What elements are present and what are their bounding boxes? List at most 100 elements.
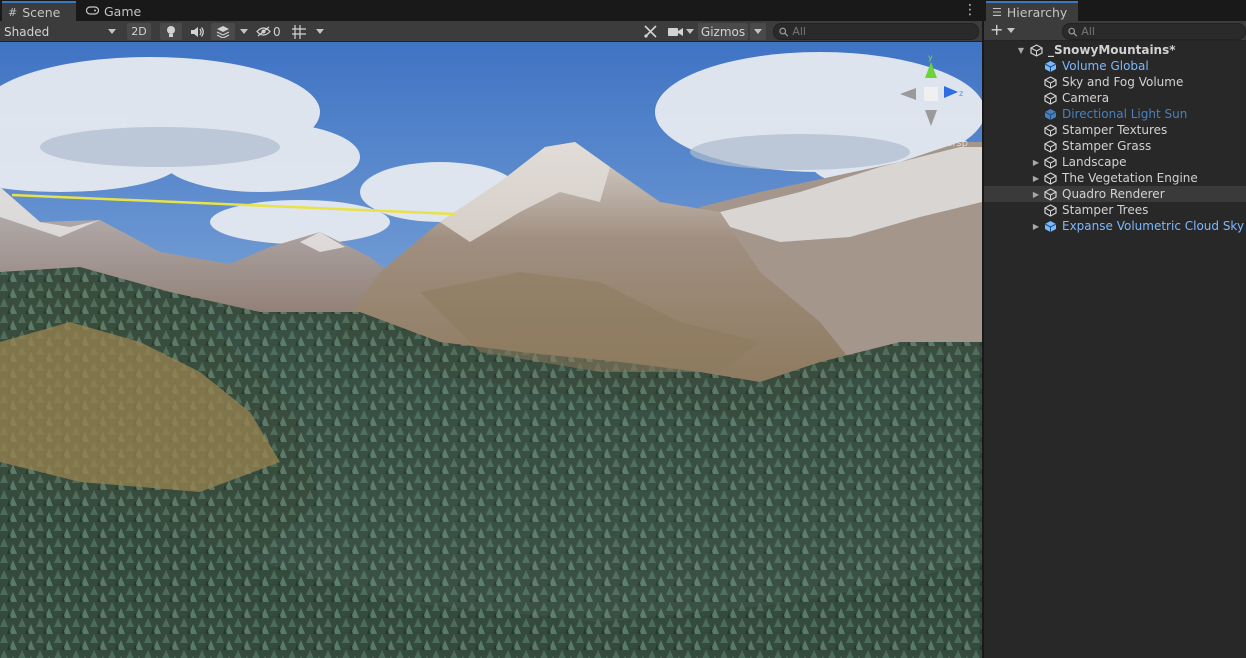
hierarchy-item[interactable]: ▶ Landscape — [984, 154, 1246, 170]
hierarchy-item-label: Sky and Fog Volume — [1062, 75, 1184, 89]
list-icon: ☰ — [992, 5, 1002, 19]
hierarchy-search-input[interactable] — [1081, 25, 1245, 38]
hierarchy-item[interactable]: Stamper Grass — [984, 138, 1246, 154]
scene-viewport[interactable]: y z ≺ Persp — [0, 42, 982, 658]
create-button[interactable]: + — [990, 20, 1016, 39]
hierarchy-item[interactable]: ▶ Expanse Volumetric Cloud Sky — [984, 218, 1246, 234]
toggle-2d-button[interactable]: 2D — [127, 23, 151, 40]
hierarchy-item-label: Stamper Textures — [1062, 123, 1168, 137]
axis-z-label: z — [959, 89, 963, 98]
gizmos-label: Gizmos — [700, 24, 746, 39]
tab-scene-label: Scene — [22, 4, 61, 20]
effects-dropdown[interactable] — [237, 23, 251, 40]
hierarchy-item[interactable]: Directional Light Sun — [984, 106, 1246, 122]
grid-dropdown[interactable] — [313, 23, 327, 40]
lighting-toggle-button[interactable] — [160, 23, 182, 40]
chevron-down-icon — [686, 29, 694, 34]
expand-arrow-icon[interactable]: ▶ — [1031, 190, 1041, 199]
hierarchy-toolbar: + — [984, 21, 1246, 41]
hierarchy-search-field[interactable] — [1062, 23, 1246, 40]
projection-label[interactable]: ≺ Persp — [929, 138, 968, 149]
hierarchy-item-label: Camera — [1062, 91, 1110, 105]
prefab-cube-icon — [1044, 60, 1057, 72]
expand-arrow-icon[interactable]: ▶ — [1031, 158, 1041, 167]
tab-game-label: Game — [104, 4, 142, 19]
lightbulb-icon — [167, 26, 175, 37]
shading-mode-dropdown[interactable]: Shaded — [4, 23, 120, 40]
tab-game[interactable]: Game — [80, 2, 142, 21]
hierarchy-item-label: Stamper Grass — [1062, 139, 1152, 153]
gameobject-cube-icon — [1044, 187, 1057, 201]
plus-icon: + — [990, 20, 1004, 39]
chevron-down-icon — [240, 29, 248, 34]
hierarchy-item-label: Directional Light Sun — [1062, 107, 1188, 121]
scene-panel: # Scene Game ⋮ Shaded 2D 0 Gizmos All y … — [0, 0, 982, 658]
hierarchy-item-label: Landscape — [1062, 155, 1127, 169]
gizmos-button[interactable]: Gizmos — [698, 23, 748, 40]
shading-mode-label: Shaded — [4, 24, 50, 39]
search-icon — [779, 27, 789, 37]
hierarchy-item[interactable]: Volume Global — [984, 58, 1246, 74]
scene-search-input[interactable] — [792, 25, 978, 38]
hierarchy-item[interactable]: Sky and Fog Volume — [984, 74, 1246, 90]
gameobject-cube-icon — [1044, 91, 1057, 105]
chevron-down-icon — [316, 29, 324, 34]
tab-hierarchy-label: Hierarchy — [1006, 4, 1068, 20]
gamepad-icon — [85, 5, 100, 18]
layers-icon — [216, 26, 230, 38]
hierarchy-item[interactable]: ▶ Quadro Renderer — [984, 186, 1246, 202]
prefab-cube-icon — [1044, 220, 1057, 232]
scene-tabbar: # Scene Game ⋮ — [0, 0, 982, 21]
unity-scene-icon — [1030, 43, 1043, 57]
gameobject-cube-icon — [1044, 139, 1057, 153]
grid-snap-button[interactable] — [289, 23, 309, 40]
gameobject-cube-icon — [1044, 203, 1057, 217]
chevron-down-icon — [108, 29, 116, 34]
grid-icon: # — [8, 5, 18, 19]
expand-arrow-icon[interactable]: ▶ — [1031, 174, 1041, 183]
audio-toggle-button[interactable] — [186, 23, 208, 40]
expand-arrow-icon[interactable]: ▶ — [1031, 222, 1041, 231]
tools-icon — [643, 25, 657, 38]
camera-icon — [667, 27, 683, 36]
grid-snap-icon — [292, 24, 306, 39]
hierarchy-item-label: Quadro Renderer — [1062, 187, 1165, 201]
prefab-cube-icon — [1044, 108, 1057, 120]
gameobject-cube-icon — [1044, 123, 1057, 137]
hidden-count: 0 — [273, 24, 281, 39]
hierarchy-item-label: Expanse Volumetric Cloud Sky — [1062, 219, 1245, 233]
hierarchy-item[interactable]: ▶ The Vegetation Engine — [984, 170, 1246, 186]
tab-scene[interactable]: # Scene — [2, 1, 76, 21]
hierarchy-item[interactable]: Camera — [984, 90, 1246, 106]
hierarchy-item-label: The Vegetation Engine — [1062, 171, 1198, 185]
gizmos-dropdown[interactable] — [750, 23, 766, 40]
tab-hierarchy[interactable]: ☰ Hierarchy — [986, 1, 1078, 21]
chevron-down-icon — [754, 29, 762, 34]
hierarchy-item[interactable]: Stamper Textures — [984, 122, 1246, 138]
scene-toolbar: Shaded 2D 0 Gizmos All — [0, 21, 982, 42]
hierarchy-item-label: Volume Global — [1062, 59, 1149, 73]
expand-arrow-icon[interactable]: ▼ — [1016, 46, 1026, 55]
speaker-icon — [191, 26, 204, 37]
gameobject-cube-icon — [1044, 155, 1057, 169]
effects-toggle-button[interactable] — [211, 23, 235, 40]
scene-search-field[interactable] — [773, 23, 979, 40]
hierarchy-tabbar: ☰ Hierarchy — [984, 0, 1246, 21]
hierarchy-item[interactable]: Stamper Trees — [984, 202, 1246, 218]
hierarchy-tree: ▼ _SnowyMountains* Volume Global Sky and … — [984, 42, 1246, 234]
axis-y-label: y — [928, 53, 933, 62]
hierarchy-panel: ☰ Hierarchy + ▼ _SnowyMountains* Volume … — [984, 0, 1246, 658]
axis-gizmo-icon: y z — [900, 53, 963, 126]
tools-button[interactable] — [640, 23, 660, 40]
camera-settings-button[interactable] — [667, 23, 683, 40]
scene-visibility-button[interactable]: 0 — [256, 23, 286, 40]
search-icon — [1068, 27, 1078, 37]
hierarchy-item-label: Stamper Trees — [1062, 203, 1149, 217]
camera-dropdown[interactable] — [684, 23, 696, 40]
scene-panel-menu-icon[interactable]: ⋮ — [963, 2, 977, 18]
orientation-gizmo[interactable]: y z — [896, 52, 966, 132]
hierarchy-scene-root[interactable]: ▼ _SnowyMountains* — [984, 42, 1246, 58]
gameobject-cube-icon — [1044, 75, 1057, 89]
scene-name: _SnowyMountains* — [1048, 43, 1176, 57]
chevron-down-icon — [1007, 27, 1016, 33]
